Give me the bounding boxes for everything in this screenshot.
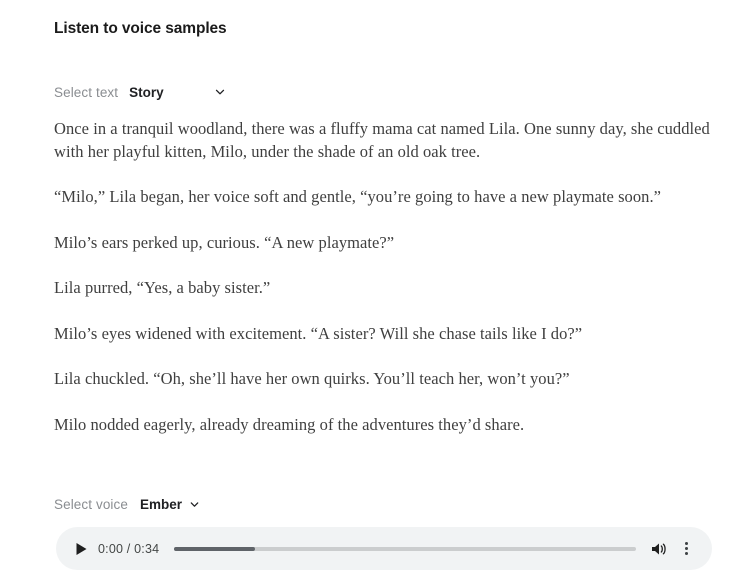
page-title: Listen to voice samples (54, 20, 227, 37)
volume-icon[interactable] (650, 540, 668, 558)
more-dot (684, 552, 688, 556)
more-dot (684, 547, 688, 550)
audio-player: 0:00 / 0:34 (56, 527, 712, 570)
more-dots (684, 540, 688, 556)
chevron-down-icon[interactable] (214, 86, 226, 98)
story-paragraph: Lila purred, “Yes, a baby sister.” (54, 278, 271, 297)
voice-dropdown-value[interactable]: Ember (140, 497, 182, 512)
select-voice-row: Select voice Ember (54, 495, 200, 513)
story-paragraph: Milo’s eyes widened with excitement. “A … (54, 323, 583, 343)
story-text: Once in a tranquil woodland, there was a… (54, 118, 714, 436)
more-dot (684, 541, 688, 545)
story-paragraph: Milo’s ears perked up, curious. “A new p… (54, 232, 395, 252)
story-paragraph: “Milo,” Lila began, her voice soft and g… (54, 187, 661, 206)
text-dropdown-value[interactable]: Story (129, 85, 164, 100)
more-vertical-icon[interactable] (677, 539, 695, 559)
select-voice-label: Select voice (54, 496, 128, 512)
select-text-label: Select text (54, 84, 119, 100)
story-paragraph: Once in a tranquil woodland, there was a… (54, 119, 710, 161)
audio-progress-fill (174, 546, 256, 551)
audio-progress-slider[interactable] (174, 546, 636, 551)
voice-samples-page: Listen to voice samples Select text Stor… (0, 0, 750, 580)
select-text-row: Select text Story (54, 83, 226, 101)
audio-time-display: 0:00 / 0:34 (98, 541, 160, 556)
chevron-down-icon[interactable] (189, 499, 200, 510)
story-paragraph: Milo nodded eagerly, already dreaming of… (54, 414, 525, 434)
play-icon[interactable] (73, 541, 89, 557)
story-paragraph: Lila chuckled. “Oh, she’ll have her own … (54, 369, 570, 388)
